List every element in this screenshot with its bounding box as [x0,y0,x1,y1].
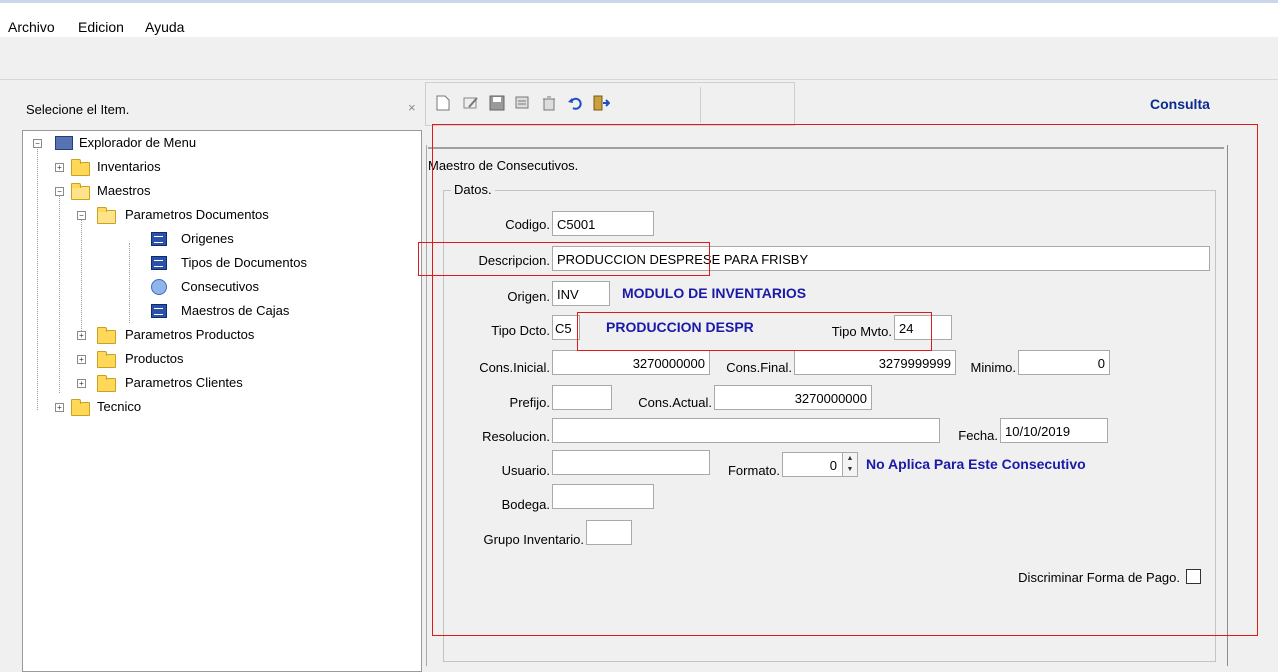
close-icon[interactable]: × [408,100,416,115]
form-icon [151,232,167,246]
computer-icon [55,136,73,150]
tree-node-parametros-clientes[interactable]: + Parametros Clientes [77,373,377,393]
tree-node-label: Productos [125,351,184,366]
folder-icon [71,399,90,416]
tree-node-label: Parametros Productos [125,327,255,342]
tree-node-tecnico[interactable]: + Tecnico [55,397,355,417]
menu-archivo[interactable]: Archivo [8,19,55,35]
undo-icon[interactable] [566,94,584,112]
tree-guide [129,243,130,323]
tree-node-consecutivos[interactable]: Consecutivos [151,277,391,297]
globe-icon [151,279,167,295]
collapse-icon[interactable]: − [55,187,64,196]
delete-icon[interactable] [540,94,558,112]
tree-node-label: Inventarios [97,159,161,174]
menu-edicion[interactable]: Edicion [78,19,124,35]
folder-icon [97,375,116,392]
tree-node-explorador[interactable]: − Explorador de Menu [33,133,333,153]
form-icon [151,304,167,318]
tree-node-label: Maestros [97,183,151,198]
tree-node-label: Consecutivos [181,279,260,294]
menu-explorer-panel: Selecione el Item. × − Explorador de Men… [22,90,422,672]
search-icon[interactable] [514,94,532,112]
folder-icon [71,159,90,176]
tree-node-productos[interactable]: + Productos [77,349,377,369]
menu-tree: − Explorador de Menu + Inventarios − Mae… [22,130,422,672]
tree-node-maestros[interactable]: − Maestros [55,181,355,201]
tree-node-inventarios[interactable]: + Inventarios [55,157,355,177]
tree-guide [81,219,82,339]
tree-node-label: Explorador de Menu [79,135,197,150]
mode-label: Consulta [1150,96,1210,112]
expand-icon[interactable]: + [77,331,86,340]
tree-guide [59,193,60,393]
toolbar-divider [700,87,701,123]
expand-icon[interactable]: + [77,379,86,388]
tree-node-parametros-documentos[interactable]: − Parametros Documentos [77,205,377,225]
tree-guide [37,145,38,410]
new-icon[interactable] [434,94,452,112]
collapse-icon[interactable]: − [33,139,42,148]
highlight-tipo-mvto [577,312,932,351]
folder-open-icon [71,183,90,200]
menu-ayuda[interactable]: Ayuda [145,19,184,35]
tree-node-origenes[interactable]: Origenes [151,229,391,249]
separator [0,79,1278,80]
highlight-descripcion [418,242,710,276]
form-icon [151,256,167,270]
tree-node-label: Parametros Clientes [125,375,243,390]
tree-node-parametros-productos[interactable]: + Parametros Productos [77,325,377,345]
record-toolbar [425,82,795,126]
tree-node-tipos-documentos[interactable]: Tipos de Documentos [151,253,391,273]
tree-node-maestros-cajas[interactable]: Maestros de Cajas [151,301,391,321]
exit-icon[interactable] [592,94,610,112]
highlight-form-area [432,124,1258,636]
tree-node-label: Tecnico [97,399,142,414]
expand-icon[interactable]: + [55,163,64,172]
expand-icon[interactable]: + [77,355,86,364]
folder-open-icon [97,207,116,224]
edit-icon[interactable] [462,94,480,112]
toolstrip [0,37,1278,79]
tree-node-label: Maestros de Cajas [181,303,290,318]
tree-node-label: Parametros Documentos [125,207,269,222]
expand-icon[interactable]: + [55,403,64,412]
tree-node-label: Tipos de Documentos [181,255,307,270]
collapse-icon[interactable]: − [77,211,86,220]
folder-icon [97,351,116,368]
save-icon[interactable] [488,94,506,112]
folder-icon [97,327,116,344]
menu-bar: Archivo Edicion Ayuda [0,3,1278,37]
panel-title: Selecione el Item. [26,102,130,117]
tree-node-label: Origenes [181,231,234,246]
